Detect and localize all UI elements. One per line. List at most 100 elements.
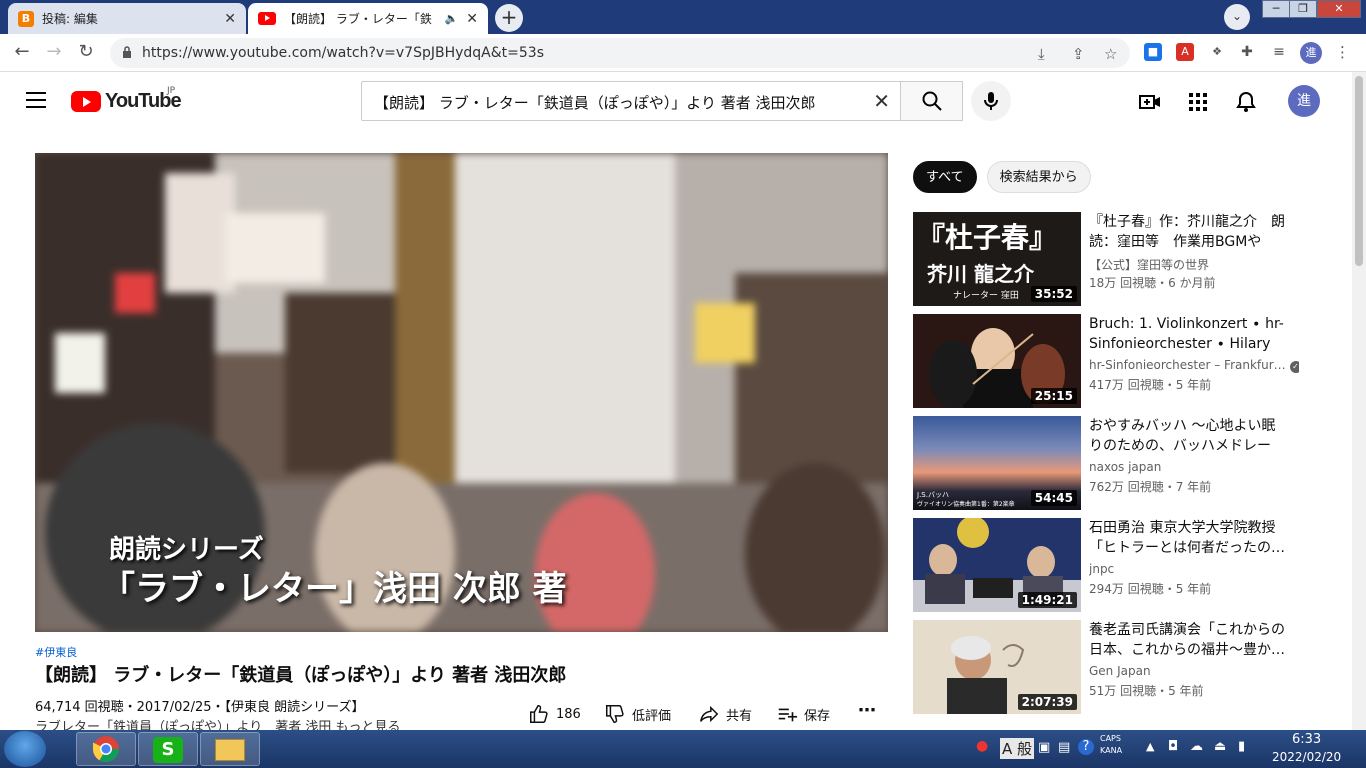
video-description[interactable]: ラブレター「鉄道員（ぽっぽや）」より 著者 浅田 もっと見る (35, 716, 401, 730)
video-thumbnail[interactable]: 25:15 (913, 314, 1081, 408)
extensions-puzzle-icon[interactable]: ✚ (1238, 43, 1256, 61)
hamburger-menu-icon[interactable] (26, 92, 46, 113)
recommended-title[interactable]: 『杜子春』作：芥川龍之介 朗読：窪田等 作業用BGMや睡… (1089, 212, 1289, 252)
apps-grid-icon[interactable] (1186, 90, 1210, 114)
filter-chips: すべて 検索結果から (913, 161, 1091, 193)
show-more-link[interactable]: もっと見る (336, 720, 401, 730)
youtube-favicon-icon (258, 12, 276, 25)
page-scrollbar[interactable] (1352, 72, 1366, 730)
save-button[interactable]: 保存 (776, 703, 830, 725)
profile-avatar[interactable]: 進 (1300, 42, 1322, 64)
video-thumbnail[interactable]: 『杜子春』 芥川 龍之介 ナレーター 窪田 35:52 (913, 212, 1081, 306)
recommended-title[interactable]: 養老孟司氏講演会「これからの日本、これからの福井～豊か… (1089, 620, 1289, 660)
search-button[interactable] (900, 81, 963, 121)
clock-date[interactable]: 2022/02/20 (1272, 750, 1341, 764)
channel-name-text: hr-Sinfonieorchester – Frankfur… (1089, 358, 1286, 372)
duration-badge: 25:15 (1030, 388, 1077, 404)
clock-time[interactable]: 6:33 (1292, 732, 1321, 747)
close-tab-icon[interactable]: ✕ (224, 11, 236, 27)
new-tab-button[interactable]: + (495, 4, 523, 32)
bookmark-star-icon[interactable]: ☆ (1104, 45, 1117, 63)
help-icon[interactable]: ? (1078, 739, 1094, 755)
media-control-icon[interactable]: ≡ (1270, 43, 1288, 61)
recommended-video[interactable]: J.S.バッハ ヴァイオリン協奏曲第1番：第2楽章 54:45 おやすみバッハ … (913, 416, 1343, 510)
taskbar-explorer-button[interactable] (200, 732, 260, 766)
duration-badge: 35:52 (1030, 286, 1077, 302)
scrollbar-thumb[interactable] (1355, 76, 1363, 266)
channel-name[interactable]: naxos japan (1089, 460, 1299, 474)
recommended-video[interactable]: 2:07:39 養老孟司氏講演会「これからの日本、これからの福井～豊か… Gen… (913, 620, 1343, 714)
install-app-icon[interactable]: ⤓ (1038, 45, 1045, 63)
chip-from-search[interactable]: 検索結果から (986, 161, 1091, 193)
dislike-button[interactable]: 低評価 (604, 703, 671, 725)
browser-tab-bar: B 投稿: 編集 ✕ 【朗読】 ラブ・レター「鉄 🔈 ✕ + ⌄ ─ ❐ ✕ (0, 0, 1366, 34)
close-window-button[interactable]: ✕ (1317, 0, 1361, 18)
back-button[interactable]: ← (10, 41, 34, 65)
video-caption-title: 「ラブ・レター」浅田 次郎 著 (101, 569, 567, 609)
ime-mode-indicator[interactable]: A 般 (1000, 738, 1035, 759)
video-meta: 64,714 回視聴・2017/02/25・【伊東良 朗読シリーズ】 (35, 700, 365, 715)
share-icon[interactable]: ⇪ (1072, 45, 1085, 63)
bookmark-extension-icon[interactable]: ■ (1144, 43, 1162, 61)
duration-badge: 2:07:39 (1017, 694, 1077, 710)
recommended-video[interactable]: 25:15 Bruch: 1. Violinkonzert ∙ hr-Sinfo… (913, 314, 1343, 408)
share-button[interactable]: 共有 (698, 703, 752, 725)
pin-icon[interactable]: ● (976, 738, 988, 754)
recommended-title[interactable]: おやすみバッハ ～心地よい眠りのための、バッハメドレー～… (1089, 416, 1289, 456)
video-player[interactable]: 朗読シリーズ 「ラブ・レター」浅田 次郎 著 (35, 153, 888, 632)
menu-kebab-icon[interactable]: ⋮ (1335, 43, 1350, 61)
pdf-extension-icon[interactable]: A (1176, 43, 1194, 61)
voice-search-button[interactable] (971, 81, 1011, 121)
recommended-video[interactable]: 1:49:21 石田勇治 東京大学大学院教授「ヒトラーとは何者だったの… jnp… (913, 518, 1343, 612)
description-text: ラブレター「鉄道員（ぽっぽや）」より 著者 浅田 (35, 720, 332, 730)
show-hidden-icons[interactable]: ▲ (1146, 740, 1154, 753)
account-avatar[interactable]: 進 (1288, 85, 1320, 117)
chip-all[interactable]: すべて (913, 161, 977, 193)
forward-button[interactable]: → (42, 41, 66, 65)
green-app-icon: S (153, 737, 183, 763)
reload-button[interactable]: ↻ (74, 41, 98, 65)
recommended-title[interactable]: 石田勇治 東京大学大学院教授「ヒトラーとは何者だったの… (1089, 518, 1289, 558)
clear-search-icon[interactable]: ✕ (873, 89, 890, 113)
network-icon[interactable]: ◘ (1168, 739, 1178, 754)
youtube-logo[interactable]: YouTube JP (71, 86, 182, 113)
thumbs-down-icon (606, 705, 624, 723)
hashtag-link[interactable]: #伊東良 (35, 644, 77, 660)
taskbar-chrome-button[interactable] (76, 732, 136, 766)
ime-tool-icon[interactable]: ▣ (1038, 740, 1050, 755)
maximize-button[interactable]: ❐ (1289, 0, 1317, 18)
channel-name[interactable]: Gen Japan (1089, 664, 1299, 678)
address-bar[interactable]: https://www.youtube.com/watch?v=v7SpJBHy… (110, 38, 1130, 68)
channel-name[interactable]: hr-Sinfonieorchester – Frankfur… ✓ (1089, 358, 1299, 373)
audio-playing-icon[interactable]: 🔈 (445, 12, 459, 25)
tab-youtube[interactable]: 【朗読】 ラブ・レター「鉄 🔈 ✕ (248, 3, 488, 34)
tab-blogger[interactable]: B 投稿: 編集 ✕ (8, 3, 246, 34)
video-thumbnail[interactable]: J.S.バッハ ヴァイオリン協奏曲第1番：第2楽章 54:45 (913, 416, 1081, 510)
tab-search-button[interactable]: ⌄ (1224, 4, 1250, 30)
like-button[interactable]: 186 (528, 703, 581, 725)
lock-icon (123, 46, 131, 58)
recommended-title[interactable]: Bruch: 1. Violinkonzert ∙ hr-Sinfonieorc… (1089, 314, 1289, 354)
more-actions-icon[interactable]: ⋯ (858, 700, 876, 721)
search-input[interactable]: 【朗読】 ラブ・レター「鉄道員（ぽっぽや）」より 著者 浅田次郎 ✕ (361, 81, 901, 121)
ime-pad-icon[interactable]: ▤ (1058, 740, 1070, 755)
cloud-icon[interactable]: ☁ (1190, 739, 1203, 754)
duration-badge: 54:45 (1030, 490, 1077, 506)
video-thumbnail[interactable]: 2:07:39 (913, 620, 1081, 714)
minimize-button[interactable]: ─ (1262, 0, 1290, 18)
signal-icon[interactable]: ▮ (1238, 739, 1245, 754)
usb-icon[interactable]: ⏏ (1214, 739, 1226, 754)
taskbar-app-button[interactable]: S (138, 732, 198, 766)
region-label: JP (167, 86, 176, 96)
close-tab-icon[interactable]: ✕ (466, 11, 478, 27)
start-button[interactable] (4, 731, 46, 767)
channel-name[interactable]: 【公式】窪田等の世界 (1089, 256, 1299, 273)
notifications-bell-icon[interactable] (1234, 90, 1258, 114)
video-thumbnail[interactable]: 1:49:21 (913, 518, 1081, 612)
channel-name[interactable]: jnpc (1089, 562, 1299, 576)
create-video-icon[interactable] (1138, 90, 1162, 114)
url-text: https://www.youtube.com/watch?v=v7SpJBHy… (142, 45, 544, 61)
youtube-header: YouTube JP 【朗読】 ラブ・レター「鉄道員（ぽっぽや）」より 著者 浅… (0, 72, 1352, 130)
recommended-video[interactable]: 『杜子春』 芥川 龍之介 ナレーター 窪田 35:52 『杜子春』作：芥川龍之介… (913, 212, 1343, 306)
dropbox-extension-icon[interactable]: ❖ (1208, 43, 1226, 61)
